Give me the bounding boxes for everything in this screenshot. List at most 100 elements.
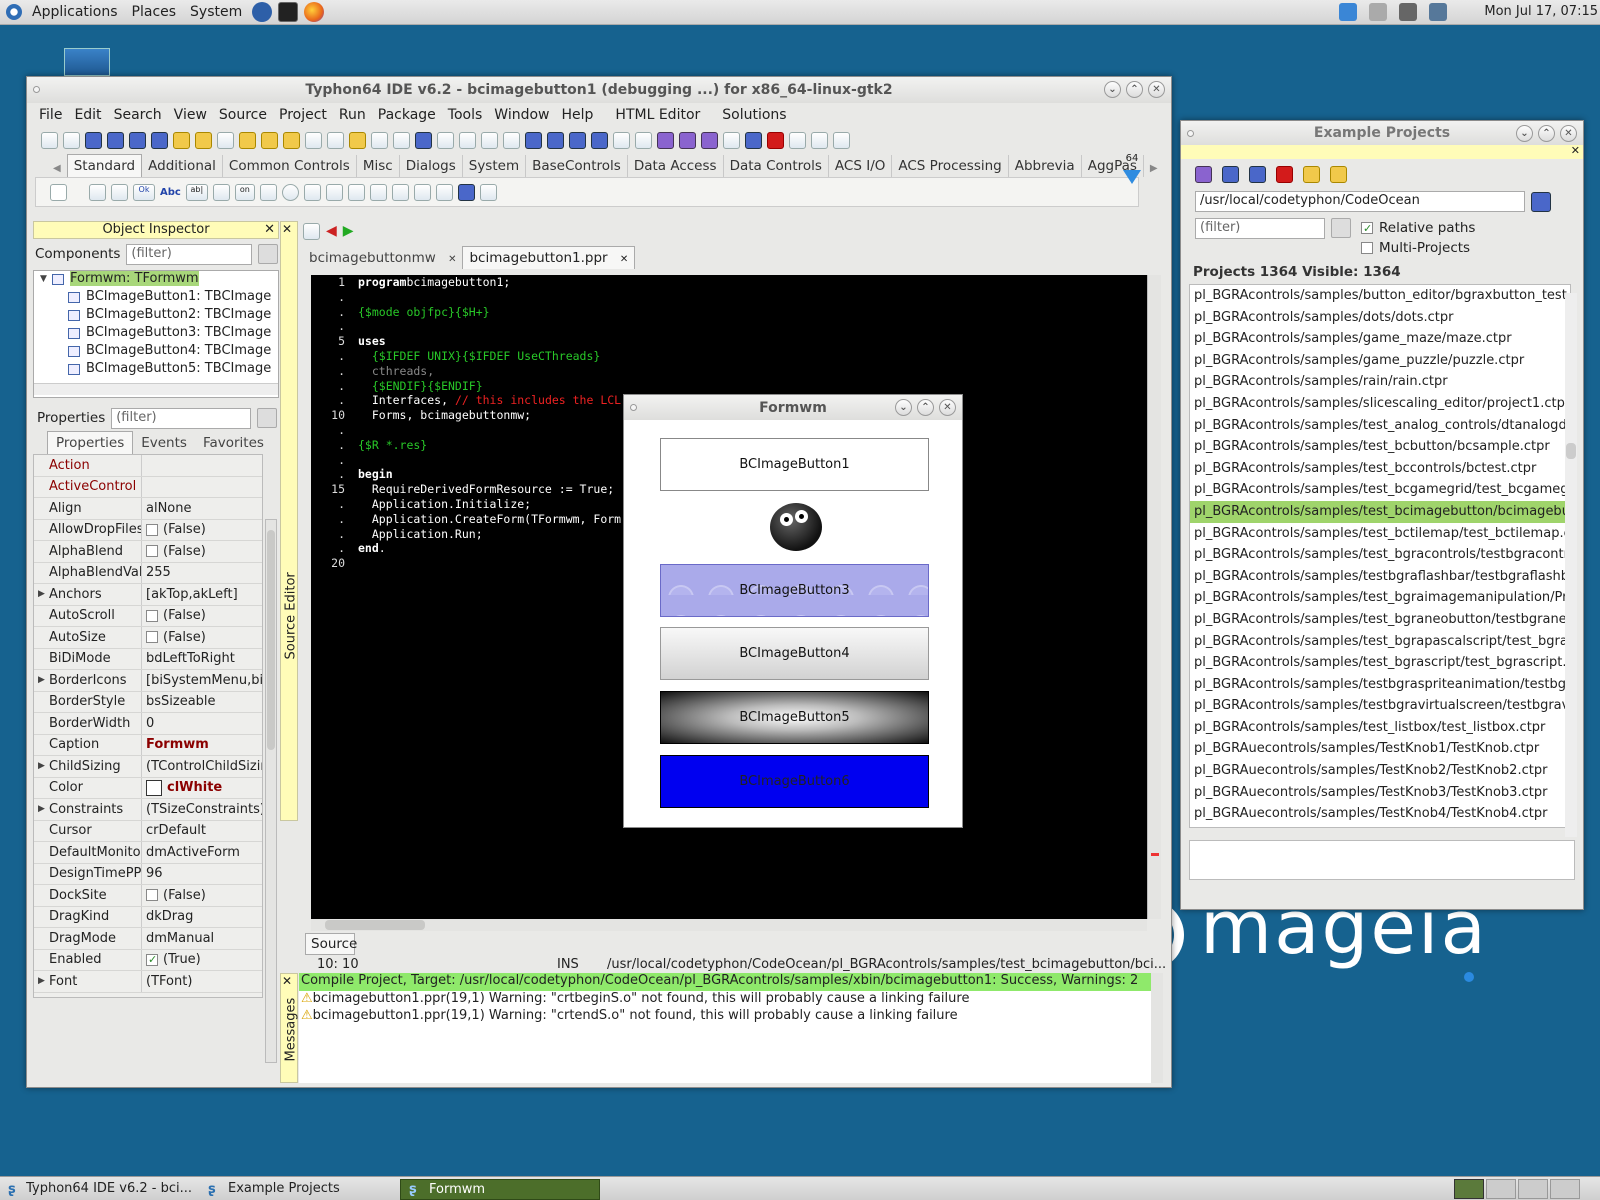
property-row[interactable]: BorderWidth 0 (34, 713, 262, 735)
save-icon[interactable] (327, 131, 344, 149)
display-tray-icon[interactable] (1429, 3, 1447, 21)
project-list-item[interactable]: pl_BGRAcontrols/samples/test_bcimagebutt… (1190, 500, 1570, 523)
minimize-button[interactable]: ⌄ (1516, 125, 1533, 142)
step-over-icon[interactable] (811, 131, 828, 149)
tools-icon[interactable] (613, 131, 630, 149)
button-comp-icon[interactable]: Ok (133, 183, 155, 201)
view-forms2-icon[interactable] (459, 131, 476, 149)
expand-icon[interactable]: ▶ (38, 804, 45, 814)
expand-icon[interactable]: ▶ (38, 761, 45, 771)
browse-folder-icon[interactable] (1531, 191, 1551, 212)
taskbar-item-formwm[interactable]: ʂ Formwm (400, 1178, 600, 1200)
editor-vscrollbar[interactable] (1147, 275, 1161, 919)
filter-icon[interactable] (257, 408, 278, 428)
tree-item[interactable]: BCImageButton3: TBCImage (86, 325, 271, 340)
compile-icon[interactable] (525, 131, 542, 149)
scrollbar-comp-icon[interactable] (347, 183, 365, 201)
project-list-item[interactable]: pl_BGRAcontrols/samples/game_puzzle/puzz… (1190, 350, 1570, 372)
project-list-item[interactable]: pl_BGRAcontrols/samples/test_bgrascript/… (1190, 652, 1570, 674)
code-line[interactable]: . (311, 290, 1147, 305)
project-list-item[interactable]: pl_BGRAcontrols/samples/test_bgrapascals… (1190, 631, 1570, 653)
delete-project-icon[interactable] (1276, 165, 1293, 183)
project-list-item[interactable]: pl_BGRAcontrols/samples/test_analog_cont… (1190, 415, 1570, 437)
toggle-unit-icon[interactable] (481, 131, 498, 149)
settings-launcher-icon[interactable] (252, 2, 273, 22)
step-into-icon[interactable] (789, 131, 806, 149)
refresh-icon[interactable] (1195, 165, 1212, 183)
project-list-item[interactable]: pl_BGRAcontrols/samples/test_bctilemap/t… (1190, 523, 1570, 545)
updates-tray-icon[interactable] (1369, 3, 1387, 21)
pause-icon[interactable] (745, 131, 762, 149)
palette-tab-system[interactable]: System (463, 155, 527, 177)
property-value[interactable]: 0 (142, 716, 262, 731)
close-button[interactable]: ✕ (939, 399, 956, 416)
clock[interactable]: Mon Jul 17, 07:15 (1484, 4, 1598, 19)
new-form-icon[interactable] (63, 131, 80, 149)
property-value[interactable]: (False) (142, 888, 262, 903)
actionlist-comp-icon[interactable] (479, 183, 497, 201)
components-filter-input[interactable]: (filter) (126, 243, 253, 265)
property-value[interactable]: alNone (142, 501, 262, 516)
palette-tab-data-controls[interactable]: Data Controls (724, 155, 829, 177)
property-row[interactable]: AutoScroll (False) (34, 605, 262, 627)
multi-projects-checkbox[interactable] (1361, 242, 1373, 254)
checkbox-comp-icon[interactable] (259, 183, 277, 201)
project-list-item[interactable]: pl_BGRAcontrols/samples/game_maze/maze.c… (1190, 328, 1570, 350)
property-row[interactable]: ▶ Anchors [akTop,akLeft] (34, 584, 262, 606)
code-line[interactable]: . (311, 319, 1147, 334)
expand-icon[interactable]: ▶ (38, 976, 45, 986)
menu-run[interactable]: Run (333, 107, 372, 123)
expand-icon[interactable]: ▶ (38, 675, 45, 685)
tree-item[interactable]: BCImageButton4: TBCImage (86, 343, 271, 358)
menu-search[interactable]: Search (108, 107, 168, 123)
bcimagebutton1[interactable]: BCImageButton1 (660, 438, 929, 491)
property-row[interactable]: ▶ Font (TFont) (34, 971, 262, 993)
tree-hscrollbar[interactable] (34, 383, 278, 395)
taskbar-item-example-projects[interactable]: ʂ Example Projects (200, 1178, 400, 1200)
checkgroup-comp-icon[interactable] (413, 183, 431, 201)
folder-icon[interactable] (1303, 165, 1320, 183)
close-icon[interactable]: ✕ (282, 222, 292, 236)
menu-tools[interactable]: Tools (442, 107, 489, 123)
step-out-icon[interactable] (833, 131, 850, 149)
filter-icon[interactable] (258, 244, 279, 264)
palette-tab-common-controls[interactable]: Common Controls (223, 155, 357, 177)
copy-project-icon[interactable] (1249, 165, 1266, 183)
property-checkbox[interactable] (146, 609, 158, 622)
label-comp-icon[interactable]: Abc (160, 187, 181, 198)
tab-favorites[interactable]: Favorites (195, 432, 272, 454)
palette-scroll-left-icon[interactable]: ◀ (47, 160, 67, 177)
desktop-computer-icon[interactable] (64, 48, 110, 76)
filter-icon[interactable] (1331, 218, 1351, 238)
combobox-comp-icon[interactable] (325, 183, 343, 201)
property-value[interactable]: dmManual (142, 931, 262, 946)
menu-window[interactable]: Window (488, 107, 555, 123)
palette-tab-dialogs[interactable]: Dialogs (400, 155, 463, 177)
run-params-icon[interactable] (679, 131, 696, 149)
back-arrow-icon[interactable]: ◀ (326, 223, 337, 239)
property-row[interactable]: Color clWhite (34, 777, 262, 799)
panel-comp-icon[interactable] (435, 183, 453, 201)
view-units-icon[interactable] (437, 131, 454, 149)
expand-icon[interactable]: ▶ (38, 589, 45, 599)
package-icon[interactable] (195, 131, 212, 149)
property-row[interactable]: DefaultMonitor dmActiveForm (34, 842, 262, 864)
window-menu-icon[interactable] (33, 86, 40, 93)
view-forms-icon[interactable] (305, 131, 322, 149)
maximize-button[interactable]: ⌃ (917, 399, 934, 416)
gear-icon[interactable] (217, 131, 234, 149)
property-value[interactable]: (TFont) (142, 974, 262, 989)
pointer-tool-icon[interactable] (50, 183, 67, 201)
project-list-item[interactable]: pl_BGRAcontrols/samples/testbgravirtuals… (1190, 695, 1570, 717)
property-row[interactable]: ▶ BorderIcons [biSystemMenu,bi (34, 670, 262, 692)
message-warning[interactable]: bcimagebutton1.ppr(19,1) Warning: "crtbe… (313, 991, 970, 1006)
forward-arrow-icon[interactable]: ▶ (343, 223, 354, 239)
find-icon[interactable] (107, 131, 124, 149)
tab-events[interactable]: Events (133, 432, 195, 454)
tree-item[interactable]: BCImageButton2: TBCImage (86, 307, 271, 322)
workspace-1[interactable] (1454, 1179, 1484, 1199)
code-line[interactable]: 1 programbcimagebutton1; (311, 275, 1147, 290)
arrows-icon[interactable] (591, 131, 608, 149)
taskbar-item-ide[interactable]: ʂ Typhon64 IDE v6.2 - bci... (0, 1178, 200, 1200)
find-in-files-icon[interactable] (151, 131, 168, 149)
